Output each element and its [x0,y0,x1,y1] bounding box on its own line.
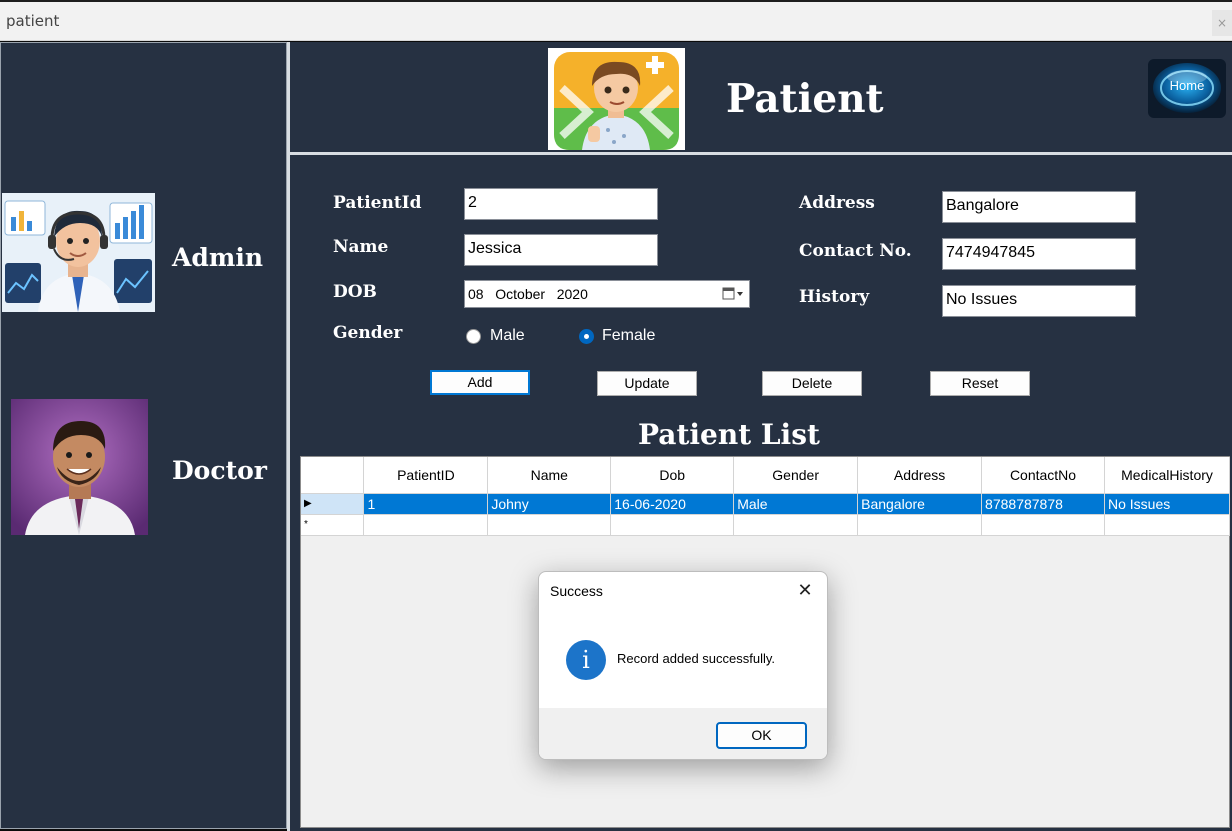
dialog-body: i Record added successfully. [539,610,827,708]
table-cell[interactable]: Male [733,493,859,515]
column-header-contactno[interactable]: ContactNo [981,457,1105,494]
table-cell[interactable]: No Issues [1104,493,1230,515]
new-row-indicator-icon[interactable]: * [301,514,365,536]
contact-input[interactable]: 7474947845 [942,238,1136,270]
calendar-dropdown-icon[interactable] [722,287,744,301]
dob-month: October [495,286,546,302]
success-dialog[interactable]: Success ✕ i Record added successfully. O… [538,571,828,760]
table-cell[interactable] [733,514,859,536]
dob-year: 2020 [556,286,588,302]
gender-female-radio[interactable] [579,329,594,344]
ok-button[interactable]: OK [716,722,807,749]
header-panel: Patient Home [290,42,1232,152]
history-label: History [799,287,870,307]
patient-id-label: PatientId [333,193,422,213]
patient-logo-icon [548,48,685,150]
gender-male-radio[interactable] [466,329,481,344]
patient-id-input[interactable]: 2 [464,188,658,220]
history-input[interactable]: No Issues [942,285,1136,317]
new-row[interactable]: * [301,514,1230,536]
update-button[interactable]: Update [597,371,697,396]
window-close-button[interactable]: × [1212,10,1232,36]
address-input[interactable]: Bangalore [942,191,1136,223]
table-cell[interactable] [487,514,612,536]
admin-label[interactable]: Admin [172,243,263,272]
current-row-indicator-icon[interactable]: ▶ [301,493,365,515]
contact-label: Contact No. [799,241,912,261]
window-titlebar[interactable]: patient × [0,2,1232,41]
dob-label: DOB [333,282,377,302]
name-input[interactable]: Jessica [464,234,658,266]
address-label: Address [799,193,875,213]
add-button[interactable]: Add [430,370,530,395]
table-cell[interactable]: Bangalore [857,493,983,515]
table-cell[interactable] [981,514,1105,536]
admin-avatar-icon[interactable] [2,193,155,312]
gender-label: Gender [333,323,403,343]
table-cell[interactable]: 1 [363,493,489,515]
row-header-corner[interactable] [301,457,365,494]
doctor-label[interactable]: Doctor [172,456,267,485]
table-cell[interactable]: Johny [487,493,612,515]
table-cell[interactable] [363,514,489,536]
table-cell[interactable]: 16-06-2020 [610,493,735,515]
table-cell[interactable] [1104,514,1230,536]
table-cell[interactable]: 8788787878 [981,493,1105,515]
doctor-avatar-icon[interactable] [11,399,148,535]
window-title: patient [6,12,60,30]
column-header-name[interactable]: Name [487,457,612,494]
info-icon: i [566,640,606,680]
table-cell[interactable] [857,514,983,536]
dialog-footer: OK [539,708,827,759]
close-icon[interactable]: ✕ [793,580,817,602]
dob-day: 08 [468,286,484,302]
delete-button[interactable]: Delete [762,371,862,396]
column-header-patientid[interactable]: PatientID [363,457,489,494]
dob-date-picker[interactable]: 08 October 2020 [464,280,750,308]
table-row[interactable]: ▶ 1 Johny 16-06-2020 Male Bangalore 8788… [301,493,1230,515]
dialog-title: Success [550,583,603,599]
patient-list-title: Patient List [638,418,820,451]
patient-table[interactable]: PatientID Name Dob Gender Address Contac… [301,457,1230,536]
name-label: Name [333,237,389,257]
table-cell[interactable] [610,514,735,536]
gender-female-label[interactable]: Female [602,327,655,345]
column-header-dob[interactable]: Dob [610,457,735,494]
home-button-label: Home [1169,78,1205,93]
page-title: Patient [726,76,884,122]
gender-male-label[interactable]: Male [490,327,525,345]
column-header-medicalhistory[interactable]: MedicalHistory [1104,457,1230,494]
dialog-message: Record added successfully. [617,651,776,666]
reset-button[interactable]: Reset [930,371,1030,396]
home-button[interactable]: Home [1148,59,1226,118]
sidebar: Admin Doctor [0,42,287,829]
column-header-gender[interactable]: Gender [733,457,859,494]
column-header-address[interactable]: Address [857,457,983,494]
